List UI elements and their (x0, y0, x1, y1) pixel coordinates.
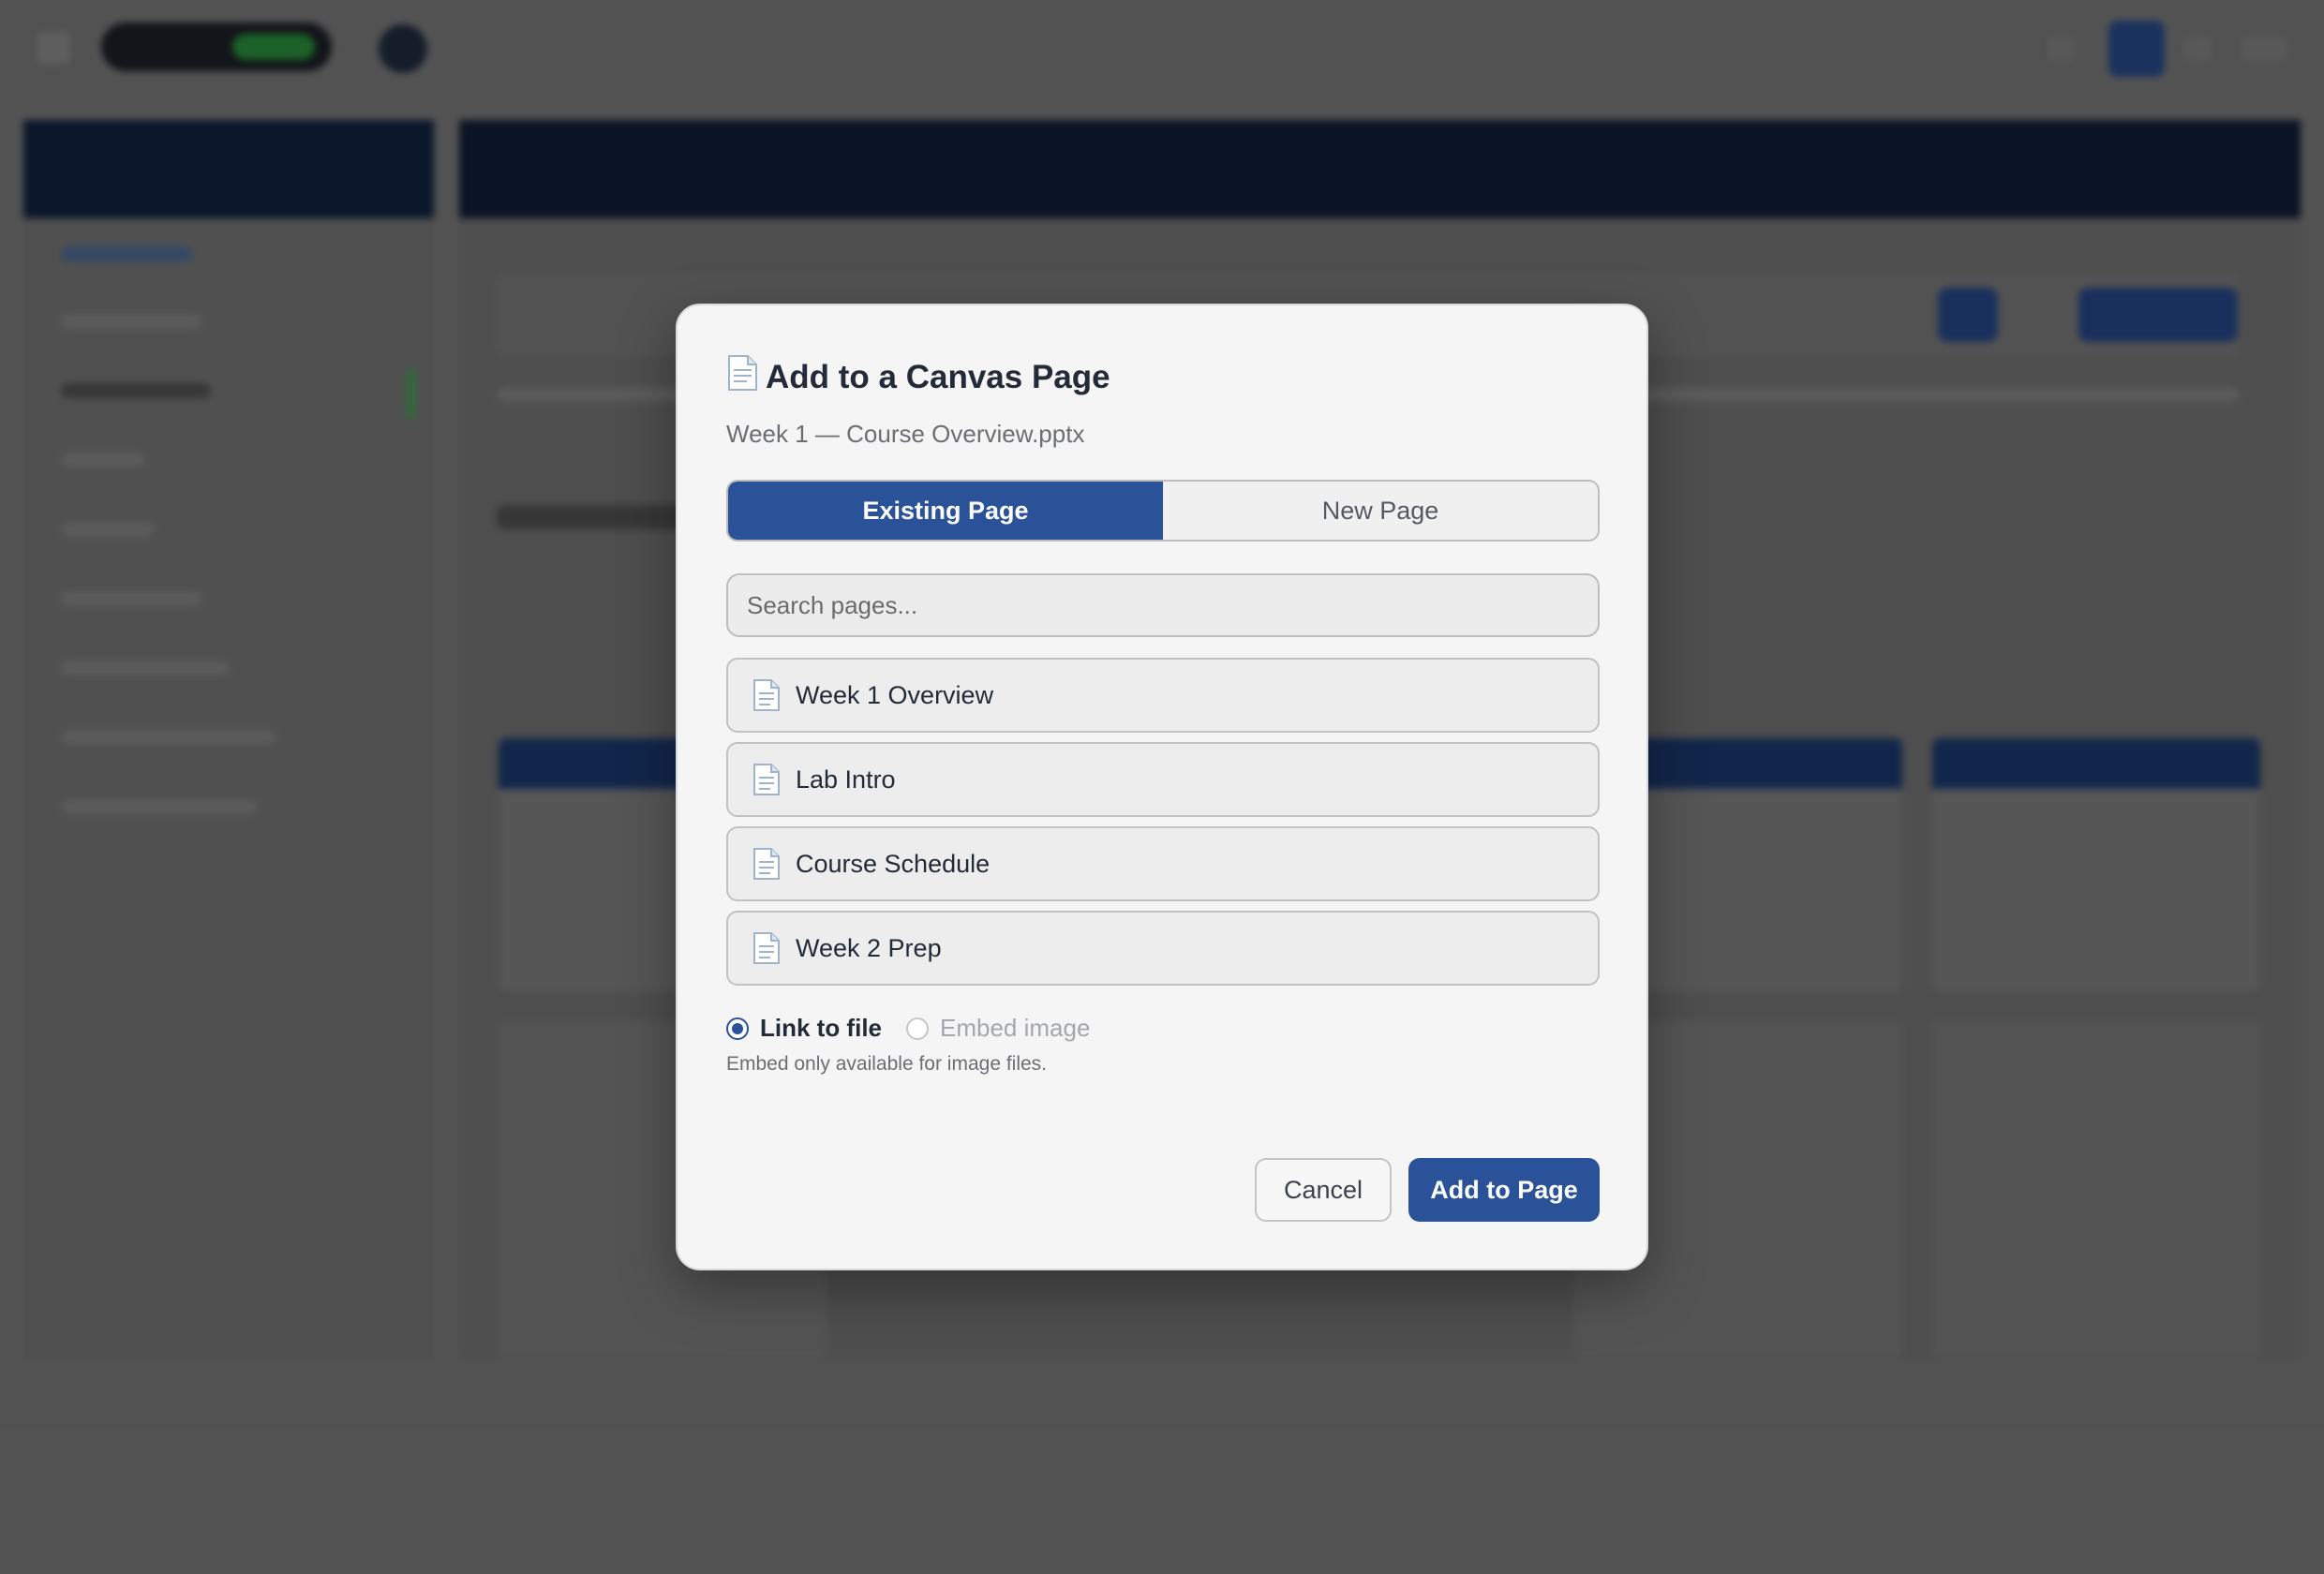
dialog-title-text: Add to a Canvas Page (766, 358, 1110, 395)
dialog-title: Add to a Canvas Page (726, 354, 1110, 400)
document-icon (752, 678, 781, 712)
link-to-file-radio[interactable] (726, 1017, 749, 1040)
embed-hint: Embed only available for image files. (726, 1053, 1048, 1075)
insert-mode-options: Link to file Embed image (726, 1014, 1114, 1043)
page-list-item[interactable]: Lab Intro (726, 742, 1600, 817)
file-name: Week 1 — Course Overview.pptx (726, 420, 1085, 448)
page-list-item[interactable]: Course Schedule (726, 826, 1600, 901)
page-mode-tabs: Existing Page New Page (726, 480, 1600, 542)
embed-image-label: Embed image (940, 1014, 1091, 1042)
document-icon (752, 763, 781, 796)
add-to-page-button[interactable]: Add to Page (1408, 1158, 1600, 1222)
page-list-item[interactable]: Week 2 Prep (726, 911, 1600, 986)
document-icon (726, 354, 758, 400)
document-icon (752, 931, 781, 965)
page-list-item[interactable]: Week 1 Overview (726, 658, 1600, 733)
tab-new-page[interactable]: New Page (1163, 482, 1598, 540)
embed-image-radio (906, 1017, 929, 1040)
page-item-label: Week 2 Prep (796, 933, 942, 962)
tab-existing-page[interactable]: Existing Page (728, 482, 1163, 540)
page-item-label: Course Schedule (796, 849, 991, 878)
search-pages-input[interactable] (726, 573, 1600, 637)
document-icon (752, 847, 781, 881)
link-to-file-label[interactable]: Link to file (760, 1014, 882, 1043)
cancel-button[interactable]: Cancel (1255, 1158, 1392, 1222)
page-item-label: Lab Intro (796, 765, 896, 794)
page-item-label: Week 1 Overview (796, 680, 994, 709)
add-to-canvas-page-dialog: Add to a Canvas Page Week 1 — Course Ove… (676, 304, 1648, 1270)
